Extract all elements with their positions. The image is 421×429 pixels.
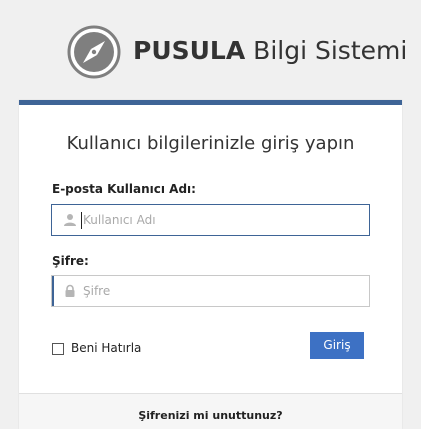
remember-checkbox[interactable] xyxy=(52,343,64,355)
text-caret xyxy=(81,212,82,229)
login-button[interactable]: Giriş xyxy=(310,332,364,359)
username-input[interactable]: Kullanıcı Adı xyxy=(51,204,370,236)
username-placeholder: Kullanıcı Adı xyxy=(83,213,156,227)
input-accent-bar xyxy=(52,276,54,306)
lock-icon xyxy=(65,284,75,297)
brand-name-rest: Bilgi Sistemi xyxy=(253,36,408,65)
brand-title: PUSULA Bilgi Sistemi xyxy=(133,35,407,67)
username-label: E-posta Kullanıcı Adı: xyxy=(52,182,196,196)
remember-label[interactable]: Beni Hatırla xyxy=(71,341,141,355)
password-label: Şifre: xyxy=(52,254,89,268)
password-placeholder: Şifre xyxy=(83,284,111,298)
brand-header: PUSULA Bilgi Sistemi xyxy=(0,0,421,100)
password-input[interactable]: Şifre xyxy=(51,275,370,307)
login-title: Kullanıcı bilgilerinizle giriş yapın xyxy=(66,133,355,154)
compass-icon xyxy=(67,25,121,79)
brand-name-bold: PUSULA xyxy=(133,36,246,65)
forgot-password-link[interactable]: Şifrenizi mi unuttunuz? xyxy=(0,409,421,422)
user-icon xyxy=(64,214,76,226)
